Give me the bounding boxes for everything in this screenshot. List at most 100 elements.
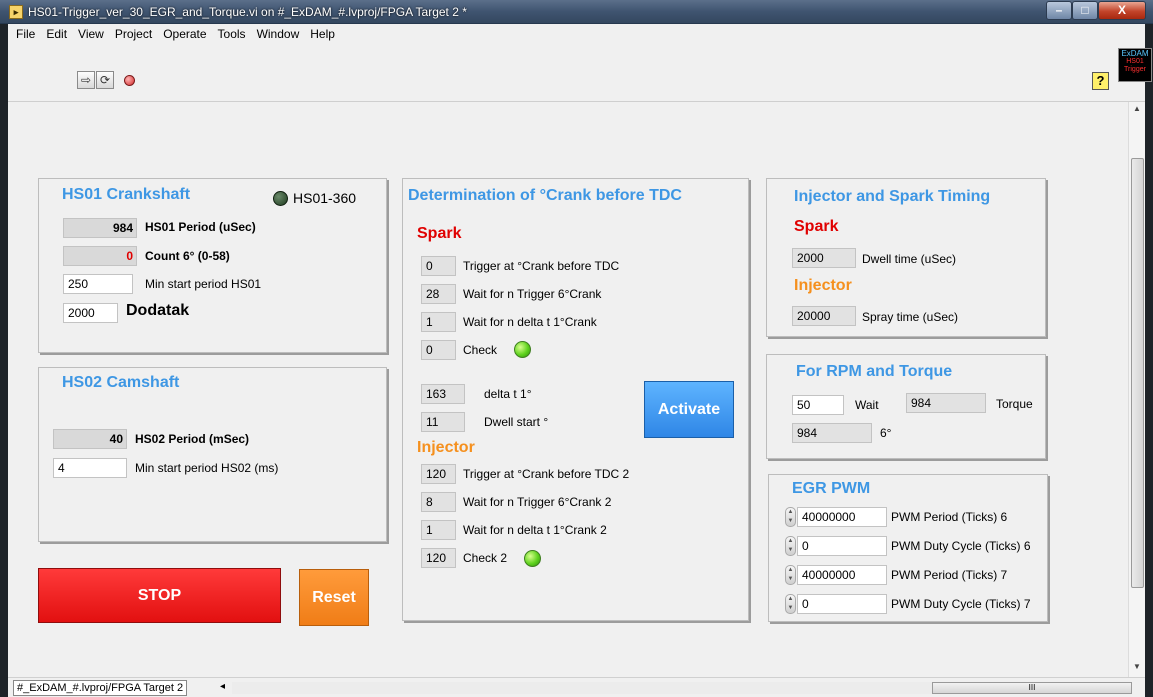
vi-icon-text-trigger: Trigger [1124, 66, 1146, 73]
hs01-title: HS01 Crankshaft [62, 186, 191, 203]
check-2-led [524, 550, 541, 567]
labview-app-icon: ▸ [9, 5, 23, 19]
menu-window[interactable]: Window [257, 27, 300, 41]
wait-delta-2-label: Wait for n delta t 1°Crank 2 [463, 523, 607, 537]
menu-help[interactable]: Help [310, 27, 335, 41]
wait-delta-2-input[interactable]: 1 [421, 520, 456, 540]
scroll-left-icon[interactable]: ◂ [220, 681, 225, 692]
menu-edit[interactable]: Edit [46, 27, 67, 41]
hs02-camshaft-group [38, 367, 387, 542]
hs01-period-indicator: 984 [63, 218, 137, 238]
pwm-period-6-input[interactable]: 40000000 [797, 507, 887, 527]
dodatak-input[interactable]: 2000 [63, 303, 118, 323]
pwm-duty-6-input[interactable]: 0 [797, 536, 887, 556]
maximize-button[interactable]: □ [1072, 1, 1098, 20]
wait-trigger-2-input[interactable]: 8 [421, 492, 456, 512]
timing-injector-heading: Injector [794, 277, 852, 294]
pwm-duty-6-stepper[interactable]: ▲ ▼ [785, 536, 796, 556]
check-2-value: 120 [421, 548, 456, 568]
wait-trigger-2-label: Wait for n Trigger 6°Crank 2 [463, 495, 612, 509]
menu-view[interactable]: View [78, 27, 104, 41]
wait-label: Wait [855, 398, 879, 412]
menu-project[interactable]: Project [115, 27, 152, 41]
wait-delta-label: Wait for n delta t 1°Crank [463, 315, 597, 329]
torque-label: Torque [996, 397, 1033, 411]
rpm-title: For RPM and Torque [796, 363, 953, 380]
minimize-button[interactable]: – [1046, 1, 1072, 20]
pwm-duty-7-input[interactable]: 0 [797, 594, 887, 614]
wait-trigger-input[interactable]: 28 [421, 284, 456, 304]
check-2-label: Check 2 [463, 551, 508, 565]
vi-icon: ExDAM HS01 Trigger [1118, 48, 1152, 82]
pwm-period-6-stepper[interactable]: ▲ ▼ [785, 507, 796, 527]
close-button[interactable]: X [1098, 1, 1146, 20]
toolbar: ⇨ ⟳ ? ExDAM HS01 Trigger [8, 44, 1152, 102]
pwm-period-6-label: PWM Period (Ticks) 6 [891, 510, 1008, 524]
run-arrow-icon[interactable]: ⇨ [77, 71, 95, 89]
hs02-period-indicator: 40 [53, 429, 127, 449]
determination-spark-heading: Spark [417, 225, 462, 242]
vertical-scrollbar[interactable]: ▲ ▼ [1128, 102, 1145, 677]
stop-button[interactable]: STOP [38, 568, 281, 623]
min-start-hs01-input[interactable]: 250 [63, 274, 133, 294]
menu-file[interactable]: File [16, 27, 35, 41]
dwell-start-label: Dwell start ° [484, 415, 549, 429]
trigger-crank-2-input[interactable]: 120 [421, 464, 456, 484]
hs01-period-label: HS01 Period (uSec) [145, 220, 256, 234]
spray-time-input[interactable]: 20000 [792, 306, 856, 326]
pwm-period-7-label: PWM Period (Ticks) 7 [891, 568, 1008, 582]
determination-injector-heading: Injector [417, 439, 475, 456]
vi-icon-text-exdam: ExDAM [1121, 49, 1149, 58]
vertical-scroll-thumb[interactable] [1131, 158, 1144, 588]
hs01-360-label: HS01-360 [293, 190, 357, 206]
dodatak-label: Dodatak [126, 302, 190, 319]
count-6-indicator: 0 [63, 246, 137, 266]
egr-title: EGR PWM [792, 480, 871, 497]
pwm-period-7-input[interactable]: 40000000 [797, 565, 887, 585]
wait-delta-input[interactable]: 1 [421, 312, 456, 332]
dwell-time-label: Dwell time (uSec) [862, 252, 957, 266]
determination-title: Determination of °Crank before TDC [408, 187, 682, 204]
target-label: #_ExDAM_#.lvproj/FPGA Target 2 [13, 680, 188, 696]
hs02-title: HS02 Camshaft [62, 374, 180, 391]
activate-button[interactable]: Activate [644, 381, 734, 438]
horizontal-scrollbar[interactable]: III [232, 682, 1132, 694]
status-bar: #_ExDAM_#.lvproj/FPGA Target 2 ◂ III [8, 677, 1145, 697]
menu-bar: File Edit View Project Operate Tools Win… [8, 24, 1145, 44]
vi-icon-text-hs01: HS01 [1126, 58, 1144, 65]
check-led [514, 341, 531, 358]
min-start-hs02-input[interactable]: 4 [53, 458, 127, 478]
dwell-time-input[interactable]: 2000 [792, 248, 856, 268]
pwm-duty-7-stepper[interactable]: ▲ ▼ [785, 594, 796, 614]
dwell-start-value: 11 [421, 412, 465, 432]
scroll-up-icon[interactable]: ▲ [1133, 104, 1141, 113]
trigger-crank-2-label: Trigger at °Crank before TDC 2 [463, 467, 630, 481]
trigger-crank-input[interactable]: 0 [421, 256, 456, 276]
pwm-period-7-stepper[interactable]: ▲ ▼ [785, 565, 796, 585]
horizontal-scroll-thumb[interactable]: III [932, 682, 1132, 694]
torque-indicator: 984 [906, 393, 986, 413]
hs01-360-led [273, 191, 288, 206]
min-start-hs02-label: Min start period HS02 (ms) [135, 461, 279, 475]
wait-input[interactable]: 50 [792, 395, 844, 415]
window-title: HS01-Trigger_ver_30_EGR_and_Torque.vi on… [28, 5, 467, 19]
context-help-icon[interactable]: ? [1092, 72, 1109, 90]
delta-t-value: 163 [421, 384, 465, 404]
six-degree-label: 6° [880, 426, 892, 440]
menu-tools[interactable]: Tools [218, 27, 246, 41]
run-continuously-icon[interactable]: ⟳ [96, 71, 114, 89]
pwm-duty-6-label: PWM Duty Cycle (Ticks) 6 [891, 539, 1031, 553]
wait-trigger-label: Wait for n Trigger 6°Crank [463, 287, 602, 301]
scroll-down-icon[interactable]: ▼ [1133, 662, 1141, 671]
check-label: Check [463, 343, 498, 357]
trigger-crank-label: Trigger at °Crank before TDC [463, 259, 620, 273]
title-bar: ▸ HS01-Trigger_ver_30_EGR_and_Torque.vi … [0, 0, 1153, 24]
check-value: 0 [421, 340, 456, 360]
delta-t-label: delta t 1° [484, 387, 532, 401]
reset-button[interactable]: Reset [299, 569, 369, 626]
spray-time-label: Spray time (uSec) [862, 310, 959, 324]
abort-execution-icon[interactable] [124, 75, 135, 86]
menu-operate[interactable]: Operate [163, 27, 206, 41]
hs02-period-label: HS02 Period (mSec) [135, 432, 250, 446]
count-6-label: Count 6° (0-58) [145, 249, 230, 263]
